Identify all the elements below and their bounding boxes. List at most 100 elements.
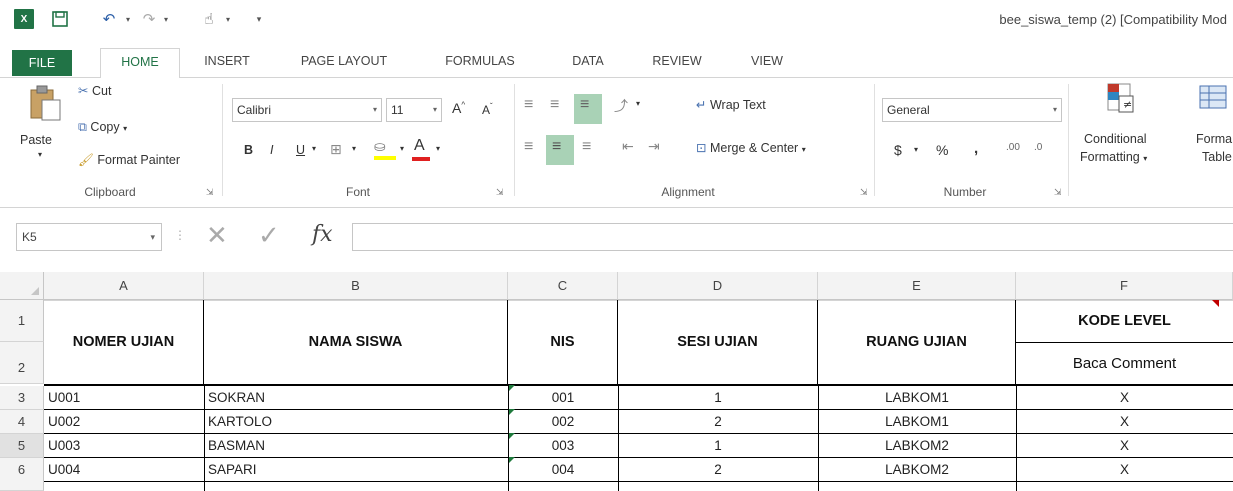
- cell-nomer[interactable]: U002: [48, 410, 202, 433]
- font-launcher-icon[interactable]: ⇲: [496, 187, 504, 198]
- header-kode-level[interactable]: KODE LEVEL: [1016, 300, 1233, 342]
- column-header-c[interactable]: C: [508, 272, 618, 300]
- select-all-button[interactable]: [0, 272, 44, 300]
- conditional-formatting-label-2[interactable]: Formatting ▾: [1080, 150, 1147, 164]
- fill-color-button[interactable]: ⛀: [374, 138, 396, 160]
- column-header-d[interactable]: D: [618, 272, 818, 300]
- tab-view[interactable]: VIEW: [742, 48, 792, 78]
- align-top-icon[interactable]: ≡: [524, 96, 533, 114]
- increase-decimal-button[interactable]: .00: [1006, 142, 1020, 153]
- fill-dropdown-icon[interactable]: ▾: [400, 144, 404, 153]
- header-nis[interactable]: NIS: [508, 300, 618, 384]
- align-left-icon[interactable]: ≡: [524, 138, 533, 156]
- error-indicator[interactable]: [509, 457, 515, 463]
- cell-nis[interactable]: 001: [508, 386, 618, 409]
- redo-icon[interactable]: ↷: [138, 9, 160, 29]
- conditional-formatting-icon[interactable]: ≠: [1104, 82, 1138, 116]
- cell-ruang[interactable]: LABKOM1: [818, 386, 1016, 409]
- error-indicator[interactable]: [509, 433, 515, 439]
- cut-button[interactable]: ✂ Cut: [78, 83, 111, 98]
- copy-button[interactable]: ⧉ Copy ▾: [78, 120, 127, 135]
- tab-file[interactable]: FILE: [12, 50, 72, 76]
- name-box[interactable]: K5 ▾: [16, 223, 162, 251]
- decrease-indent-icon[interactable]: ⇤: [622, 138, 634, 155]
- row-header-4[interactable]: 4: [0, 410, 44, 434]
- alignment-launcher-icon[interactable]: ⇲: [860, 187, 868, 198]
- formula-input[interactable]: [352, 223, 1233, 251]
- column-header-b[interactable]: B: [204, 272, 508, 300]
- cell-kode[interactable]: X: [1016, 458, 1233, 481]
- orientation-icon[interactable]: ⤴: [614, 96, 628, 116]
- increase-font-button[interactable]: A^: [452, 100, 465, 116]
- undo-icon[interactable]: ↶: [98, 9, 120, 29]
- cell-ruang[interactable]: LABKOM2: [818, 434, 1016, 457]
- tab-home[interactable]: HOME: [100, 48, 180, 79]
- bold-button[interactable]: B: [244, 143, 253, 157]
- cell-sesi[interactable]: 2: [618, 410, 818, 433]
- cell-kode[interactable]: X: [1016, 434, 1233, 457]
- redo-dropdown-icon[interactable]: ▾: [160, 9, 172, 29]
- customize-qat-icon[interactable]: ▾: [252, 9, 266, 29]
- font-size-select[interactable]: 11 ▾: [386, 98, 442, 122]
- comment-indicator[interactable]: [1212, 300, 1219, 307]
- row-header-1[interactable]: 1: [0, 300, 44, 342]
- cell-sesi[interactable]: 1: [618, 434, 818, 457]
- tab-data[interactable]: DATA: [560, 48, 616, 78]
- borders-dropdown-icon[interactable]: ▾: [352, 144, 356, 153]
- merge-center-button[interactable]: ⊡ Merge & Center ▾: [696, 140, 806, 155]
- header-baca-comment[interactable]: Baca Comment: [1016, 343, 1233, 384]
- cell-sesi[interactable]: 1: [618, 386, 818, 409]
- number-format-select[interactable]: General ▾: [882, 98, 1062, 122]
- font-color-dropdown-icon[interactable]: ▾: [436, 144, 440, 153]
- cell-nis[interactable]: 004: [508, 458, 618, 481]
- font-name-select[interactable]: Calibri ▾: [232, 98, 382, 122]
- tab-review[interactable]: REVIEW: [644, 48, 710, 78]
- row-header-6[interactable]: 6: [0, 458, 44, 491]
- touch-dropdown-icon[interactable]: ▾: [222, 9, 234, 29]
- align-right-icon[interactable]: ≡: [582, 138, 591, 156]
- format-as-table-icon[interactable]: [1198, 84, 1228, 114]
- underline-button[interactable]: U: [296, 143, 305, 157]
- accounting-dropdown-icon[interactable]: ▾: [914, 145, 918, 154]
- error-indicator[interactable]: [509, 385, 515, 391]
- percent-style-button[interactable]: %: [936, 142, 948, 158]
- cell-kode[interactable]: X: [1016, 410, 1233, 433]
- cell-nomer[interactable]: U004: [48, 458, 202, 481]
- cell-kode[interactable]: X: [1016, 386, 1233, 409]
- undo-dropdown-icon[interactable]: ▾: [122, 9, 134, 29]
- column-header-f[interactable]: F: [1016, 272, 1233, 300]
- cell-nama[interactable]: KARTOLO: [208, 410, 506, 433]
- comma-style-button[interactable]: ,: [974, 140, 978, 157]
- italic-button[interactable]: I: [270, 143, 273, 157]
- paste-icon[interactable]: [28, 84, 62, 122]
- tab-page-layout[interactable]: PAGE LAYOUT: [286, 48, 402, 78]
- borders-icon[interactable]: ⊞: [330, 141, 342, 158]
- header-ruang-ujian[interactable]: RUANG UJIAN: [818, 300, 1016, 384]
- paste-button[interactable]: Paste: [20, 133, 52, 147]
- increase-indent-icon[interactable]: ⇥: [648, 138, 660, 155]
- format-as-table-label[interactable]: Forma: [1196, 132, 1232, 146]
- header-nama-siswa[interactable]: NAMA SISWA: [204, 300, 508, 384]
- column-header-a[interactable]: A: [44, 272, 204, 300]
- format-painter-button[interactable]: 🖌 Format Painter: [78, 153, 180, 168]
- wrap-text-button[interactable]: ↵ Wrap Text: [696, 97, 766, 112]
- cell-nis[interactable]: 003: [508, 434, 618, 457]
- tab-formulas[interactable]: FORMULAS: [432, 48, 528, 78]
- cell-ruang[interactable]: LABKOM2: [818, 458, 1016, 481]
- font-color-button[interactable]: A: [412, 137, 430, 161]
- cell-nama[interactable]: SOKRAN: [208, 386, 506, 409]
- align-middle-icon[interactable]: ≡: [550, 96, 559, 114]
- clipboard-launcher-icon[interactable]: ⇲: [206, 187, 214, 198]
- paste-dropdown-icon[interactable]: ▾: [38, 150, 42, 159]
- touch-mode-icon[interactable]: ☝: [198, 9, 220, 29]
- header-nomer-ujian[interactable]: NOMER UJIAN: [44, 300, 204, 384]
- number-launcher-icon[interactable]: ⇲: [1054, 187, 1062, 198]
- row-header-5[interactable]: 5: [0, 434, 44, 458]
- cell-nama[interactable]: SAPARI: [208, 458, 506, 481]
- column-header-e[interactable]: E: [818, 272, 1016, 300]
- header-sesi-ujian[interactable]: SESI UJIAN: [618, 300, 818, 384]
- conditional-formatting-label[interactable]: Conditional: [1084, 132, 1147, 146]
- cancel-icon[interactable]: ✕: [206, 220, 228, 251]
- decrease-decimal-button[interactable]: .0: [1034, 142, 1042, 153]
- save-icon[interactable]: [50, 9, 70, 29]
